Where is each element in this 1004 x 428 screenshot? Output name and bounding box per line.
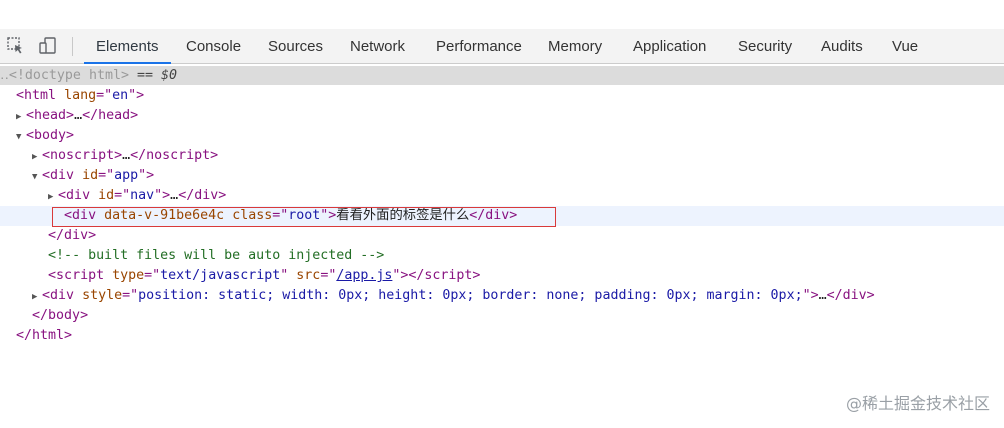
tab-elements[interactable]: Elements <box>84 29 171 64</box>
expand-arrow-icon[interactable]: ▶ <box>16 107 26 127</box>
tree-row-div-app[interactable]: ▼ <div id="app"> <box>0 166 1004 186</box>
tab-console[interactable]: Console <box>174 29 253 63</box>
device-toolbar-icon[interactable] <box>39 37 57 55</box>
tree-row-html-close[interactable]: </html> <box>0 326 1004 346</box>
tab-application[interactable]: Application <box>621 29 718 63</box>
tree-row-body-close[interactable]: </body> <box>0 306 1004 326</box>
devtools-toolbar: Elements Console Sources Network Perform… <box>0 29 1004 64</box>
tab-audits[interactable]: Audits <box>809 29 875 63</box>
expand-arrow-icon[interactable]: ▶ <box>32 147 42 167</box>
tree-row-body[interactable]: ▼ <body> <box>0 126 1004 146</box>
expand-arrow-icon[interactable]: ▶ <box>48 187 58 207</box>
tree-row-div-app-close[interactable]: </div> <box>0 226 1004 246</box>
tab-performance[interactable]: Performance <box>424 29 534 63</box>
toolbar-separator <box>72 37 73 56</box>
inspect-element-icon[interactable] <box>7 37 25 55</box>
doctype-node: <!doctype html> <box>8 68 129 83</box>
tree-row-doctype[interactable]: ‥<!doctype html> == $0 <box>0 66 1004 85</box>
tree-row-div-nav[interactable]: ▶ <div id="nav">…</div> <box>0 186 1004 206</box>
tree-row-comment[interactable]: <!-- built files will be auto injected -… <box>0 246 1004 266</box>
tab-network[interactable]: Network <box>338 29 417 63</box>
tree-row-noscript[interactable]: ▶ <noscript>…</noscript> <box>0 146 1004 166</box>
tab-memory[interactable]: Memory <box>536 29 614 63</box>
tree-row-script[interactable]: <script type="text/javascript" src="/app… <box>0 266 1004 286</box>
script-src-link[interactable]: /app.js <box>336 268 392 283</box>
selected-marker: == $0 <box>137 68 178 83</box>
highlight-box <box>52 207 556 227</box>
expand-arrow-icon[interactable]: ▶ <box>32 287 42 307</box>
tab-sources[interactable]: Sources <box>256 29 335 63</box>
collapse-arrow-icon[interactable]: ▼ <box>32 167 42 187</box>
tree-row-div-style[interactable]: ▶ <div style="position: static; width: 0p… <box>0 286 1004 306</box>
tree-row-html[interactable]: <html lang="en"> <box>0 86 1004 106</box>
tab-vue[interactable]: Vue <box>880 29 930 63</box>
tab-security[interactable]: Security <box>726 29 804 63</box>
watermark: @稀土掘金技术社区 <box>845 394 990 413</box>
tree-row-head[interactable]: ▶ <head>…</head> <box>0 106 1004 126</box>
collapse-arrow-icon[interactable]: ▼ <box>16 127 26 147</box>
